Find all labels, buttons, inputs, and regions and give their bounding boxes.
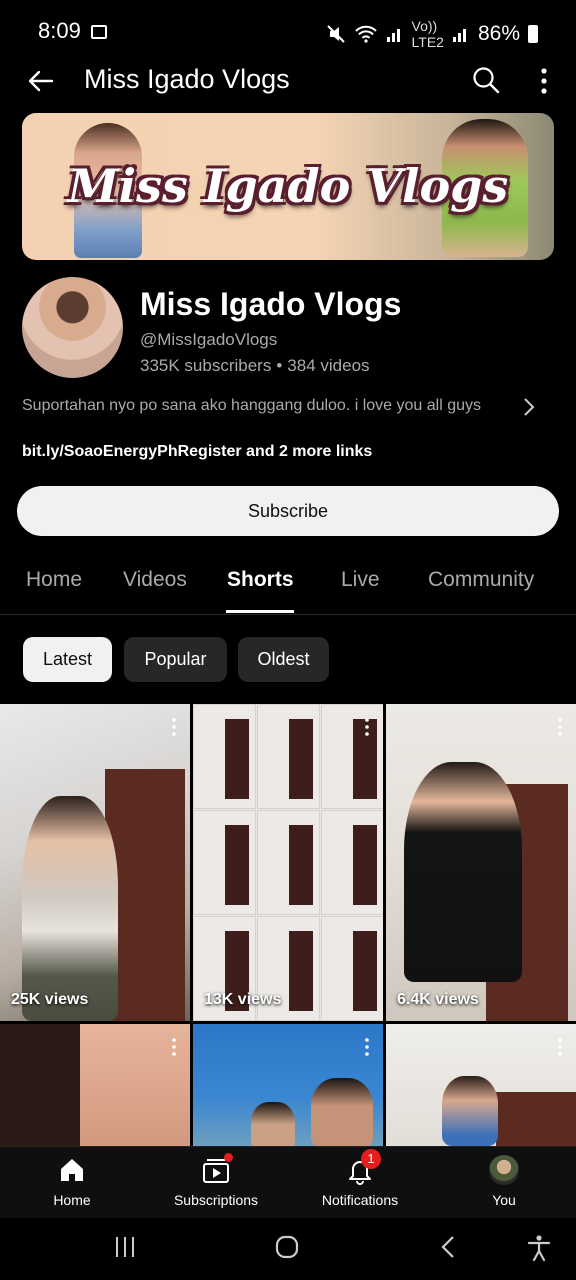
view-count: 13K views <box>204 991 282 1008</box>
tab-community[interactable]: Community <box>428 568 534 592</box>
collage-cell <box>193 704 256 809</box>
collage-cell <box>321 810 383 915</box>
more-vert-icon[interactable] <box>534 66 554 96</box>
more-vert-icon[interactable] <box>365 718 369 736</box>
tab-home[interactable]: Home <box>26 568 82 592</box>
recent-apps-icon[interactable] <box>114 1234 136 1260</box>
collage-cell <box>321 916 383 1021</box>
short-thumbnail[interactable]: 25K views <box>0 704 190 1021</box>
short-thumbnail[interactable]: 13K views <box>193 704 383 1021</box>
avatar <box>489 1155 519 1185</box>
collage-cell <box>193 810 256 915</box>
new-content-dot <box>224 1153 233 1162</box>
more-vert-icon[interactable] <box>558 718 562 736</box>
status-time: 8:09 <box>38 18 81 43</box>
bottom-navigation: Home Subscriptions 1 Notifications You <box>0 1146 576 1219</box>
view-count: 25K views <box>11 991 89 1008</box>
channel-stats: 335K subscribers • 384 videos <box>140 356 370 376</box>
short-thumbnail[interactable]: 6.4K views <box>386 704 576 1021</box>
collage-cell <box>257 810 320 915</box>
chevron-right-icon[interactable] <box>521 396 537 418</box>
tab-videos[interactable]: Videos <box>123 568 187 592</box>
home-button-icon[interactable] <box>274 1234 300 1260</box>
gallery-icon <box>91 25 107 39</box>
bell-icon: 1 <box>345 1149 381 1185</box>
subscriber-count: 335K subscribers <box>140 356 272 375</box>
subscriptions-icon <box>201 1153 233 1185</box>
view-count: 6.4K views <box>397 991 479 1008</box>
channel-description[interactable]: Suportahan nyo po sana ako hanggang dulo… <box>22 397 562 415</box>
channel-handle: @MissIgadoVlogs <box>140 330 278 349</box>
active-tab-indicator <box>226 610 294 613</box>
tab-live[interactable]: Live <box>341 568 380 592</box>
page-title: Miss Igado Vlogs <box>84 64 290 94</box>
thumbnail-person <box>442 1076 498 1146</box>
short-thumbnail[interactable] <box>386 1024 576 1146</box>
thumbnail-hair <box>0 1024 80 1146</box>
nav-home-label: Home <box>53 1192 91 1208</box>
app-header: Miss Igado Vlogs <box>0 62 576 102</box>
battery-percent: 86% <box>477 22 520 45</box>
channel-banner: Miss Igado Vlogs <box>22 113 554 260</box>
more-vert-icon[interactable] <box>558 1038 562 1056</box>
notification-badge: 1 <box>361 1149 381 1169</box>
thumbnail-person <box>251 1102 295 1146</box>
mute-icon <box>326 25 345 43</box>
chip-oldest[interactable]: Oldest <box>238 637 329 682</box>
thumbnail-person <box>311 1078 373 1146</box>
channel-links[interactable]: bit.ly/SoaoEnergyPhRegister and 2 more l… <box>22 443 372 461</box>
nav-subscriptions[interactable]: Subscriptions <box>144 1153 288 1208</box>
signal-icon <box>386 29 400 42</box>
collage-cell <box>321 704 383 809</box>
collage-cell <box>257 704 320 809</box>
status-bar: 8:09 Vo)) LTE2 86% <box>0 0 576 62</box>
more-vert-icon[interactable] <box>172 718 176 736</box>
short-thumbnail[interactable] <box>0 1024 190 1146</box>
accessibility-icon[interactable] <box>526 1234 552 1262</box>
system-navigation-bar <box>0 1218 576 1280</box>
short-thumbnail[interactable] <box>193 1024 383 1146</box>
home-icon <box>61 1159 83 1181</box>
channel-avatar[interactable] <box>22 277 123 378</box>
nav-home[interactable]: Home <box>0 1155 144 1208</box>
banner-brand-text: Miss Igado Vlogs <box>67 159 509 213</box>
thumbnail-person <box>404 762 522 982</box>
channel-tabs: Home Videos Shorts Live Community <box>0 560 576 615</box>
signal-icon-2 <box>452 29 466 42</box>
more-vert-icon[interactable] <box>172 1038 176 1056</box>
video-count: 384 videos <box>287 356 370 375</box>
thumbnail-person <box>22 796 118 1021</box>
stats-separator: • <box>276 356 283 375</box>
channel-name: Miss Igado Vlogs <box>140 286 402 322</box>
chip-latest[interactable]: Latest <box>23 637 112 682</box>
volte-label: Vo)) LTE2 <box>411 18 444 50</box>
chip-popular[interactable]: Popular <box>124 637 227 682</box>
wifi-icon <box>354 25 377 43</box>
back-button-icon[interactable] <box>438 1234 458 1260</box>
subscribe-button[interactable]: Subscribe <box>17 486 559 536</box>
thumbnail-door <box>496 1092 576 1146</box>
back-arrow-icon[interactable] <box>26 66 56 96</box>
tab-shorts[interactable]: Shorts <box>227 568 294 592</box>
nav-notifications-label: Notifications <box>321 1192 399 1208</box>
battery-icon <box>528 25 538 43</box>
status-icons: Vo)) LTE2 86% <box>326 18 538 50</box>
nav-you[interactable]: You <box>432 1155 576 1208</box>
nav-subscriptions-label: Subscriptions <box>173 1192 259 1208</box>
nav-you-label: You <box>492 1192 516 1208</box>
nav-notifications[interactable]: 1 Notifications <box>288 1149 432 1208</box>
more-vert-icon[interactable] <box>365 1038 369 1056</box>
search-icon[interactable] <box>472 66 500 94</box>
